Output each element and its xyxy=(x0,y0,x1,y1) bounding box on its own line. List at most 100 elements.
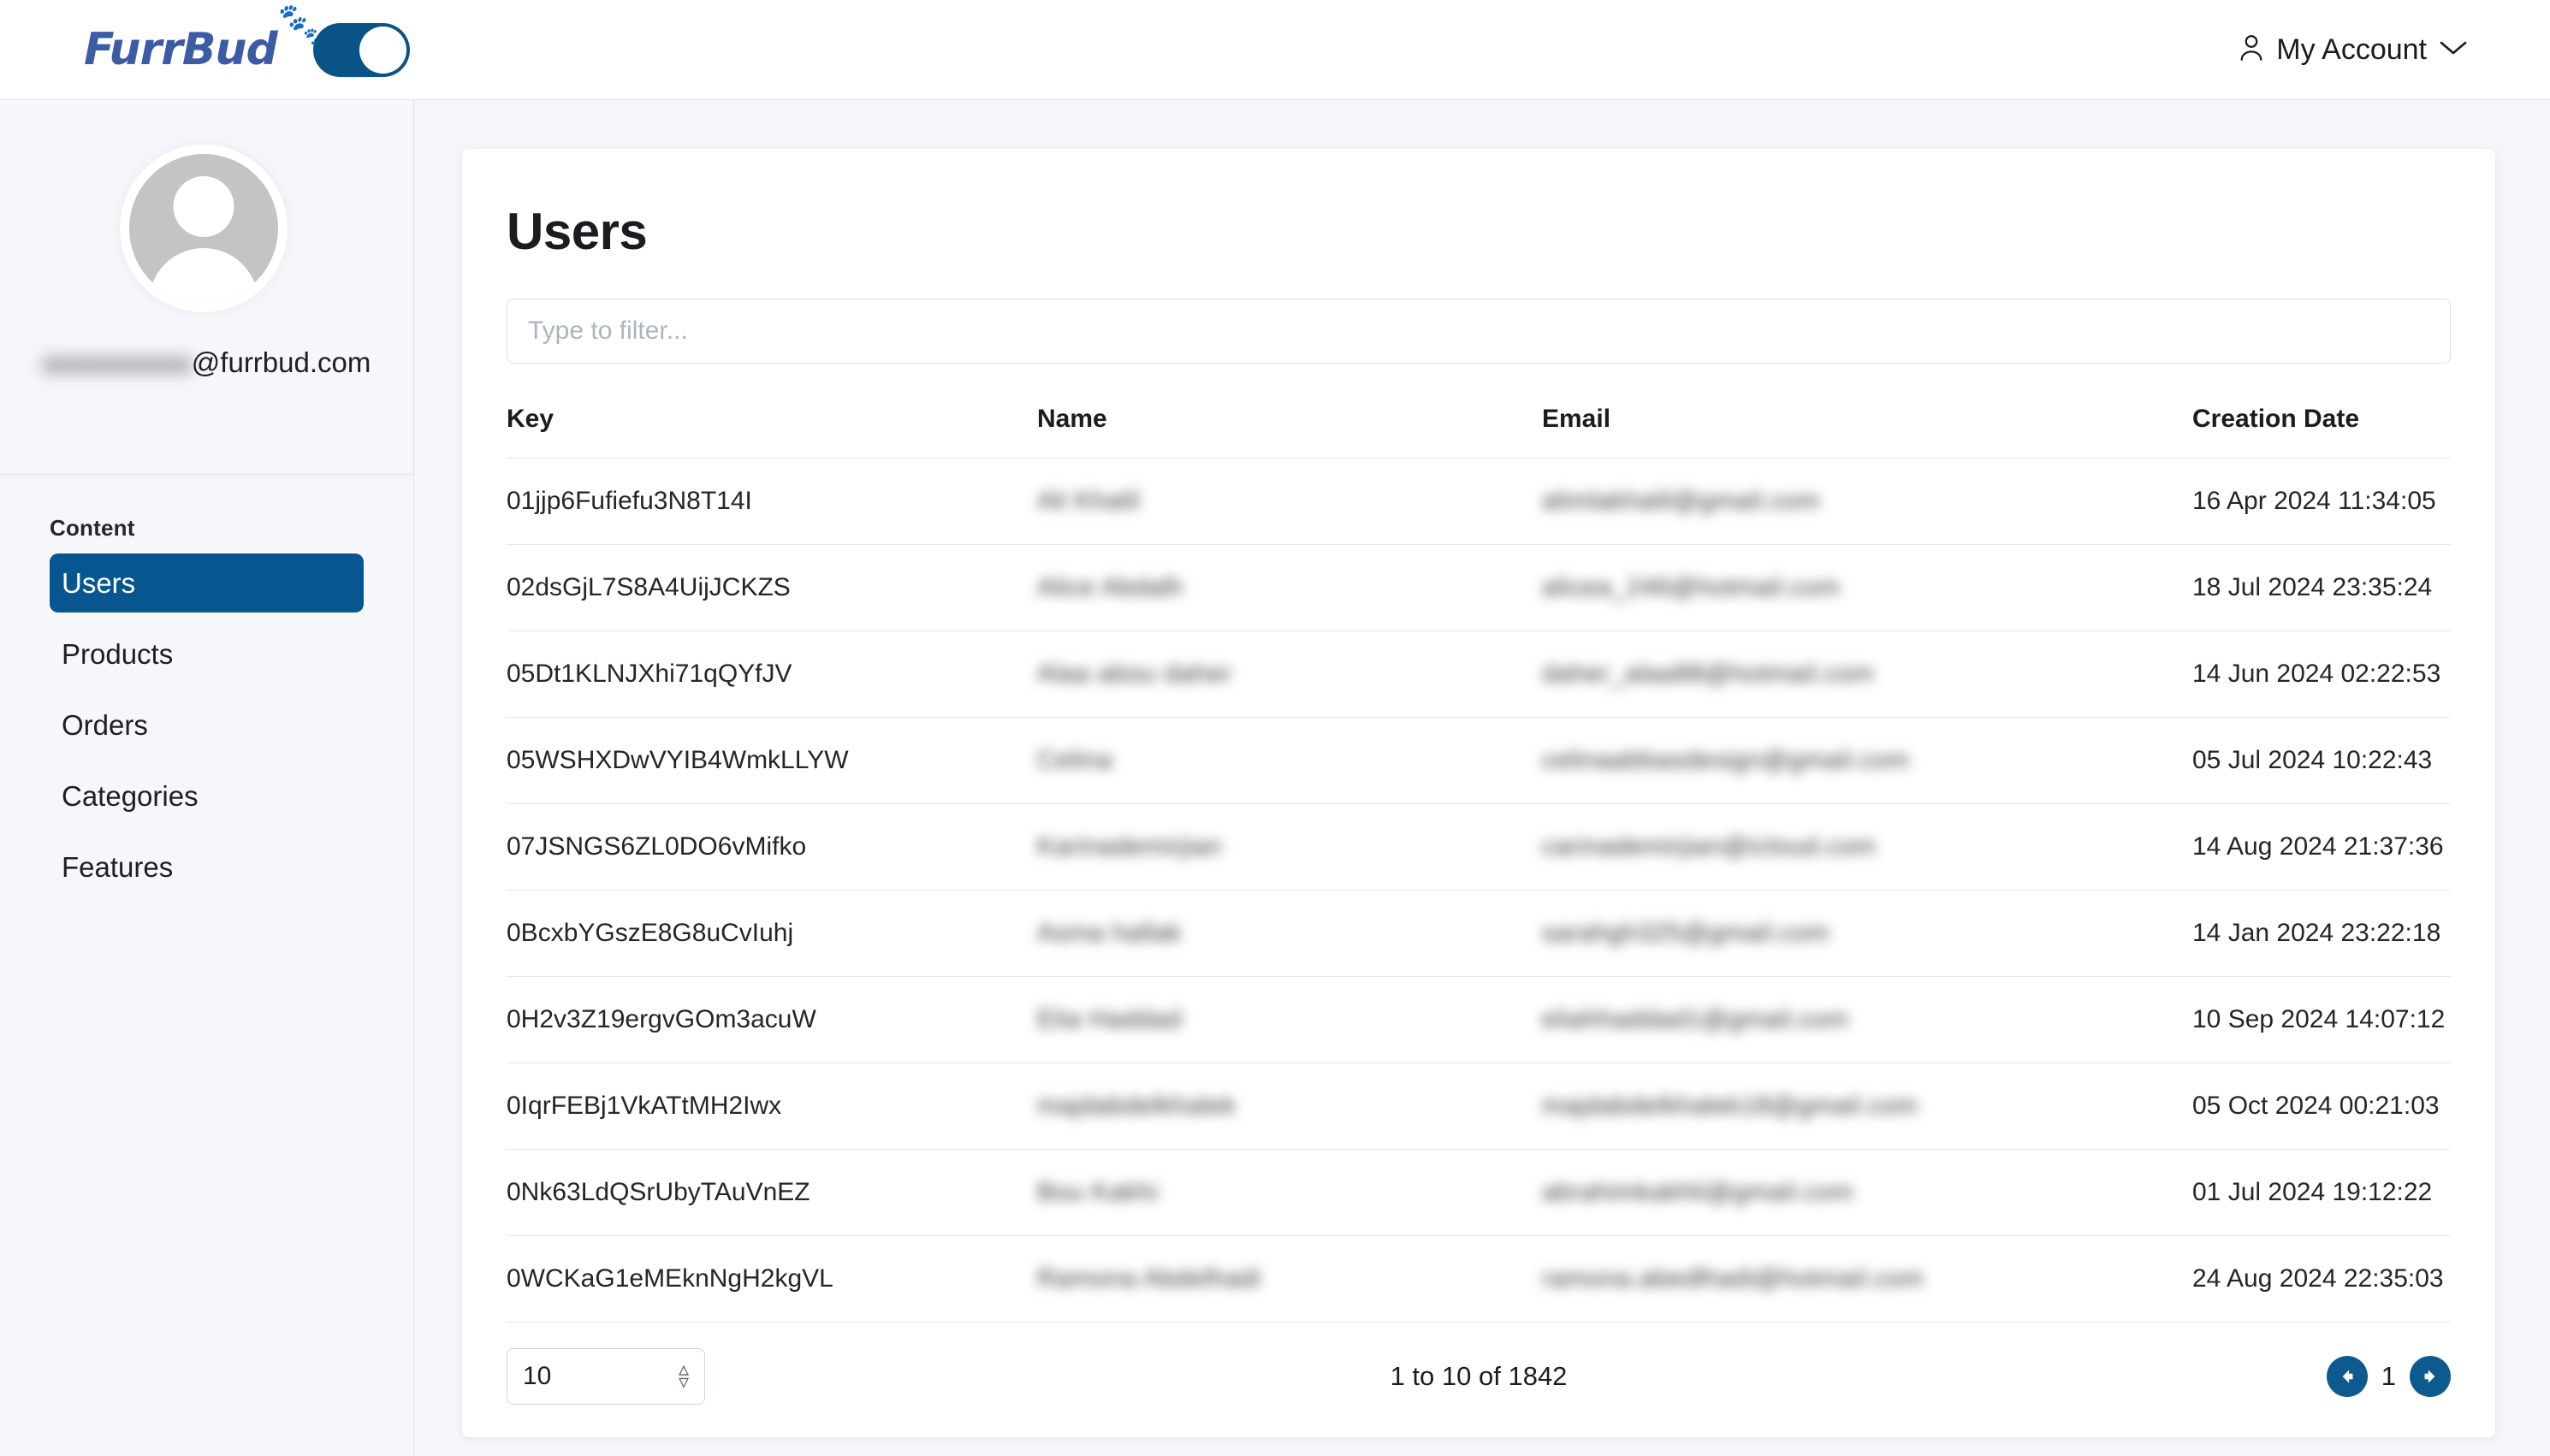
cell-key: 0Nk63LdQSrUbyTAuVnEZ xyxy=(507,1150,1037,1236)
cell-email: alicea_246@hotmail.com xyxy=(1542,545,2192,631)
cell-date: 05 Jul 2024 10:22:43 xyxy=(2192,718,2451,804)
sidebar-item-orders[interactable]: Orders xyxy=(50,695,364,755)
cell-date: 14 Jun 2024 02:22:53 xyxy=(2192,631,2451,718)
column-header-key[interactable]: Key xyxy=(507,405,1037,459)
redacted-name: Karinademirjian xyxy=(1037,832,1222,861)
cell-email: ramona.abedlhadi@hotmail.com xyxy=(1542,1236,2192,1323)
cell-date: 14 Aug 2024 21:37:36 xyxy=(2192,804,2451,891)
cell-key: 02dsGjL7S8A4UijJCKZS xyxy=(507,545,1037,631)
cell-name: Celina xyxy=(1037,718,1542,804)
column-header-name[interactable]: Name xyxy=(1037,405,1542,459)
filter-input[interactable] xyxy=(507,299,2451,364)
sidebar-item-label: Orders xyxy=(62,709,148,742)
pagination-bar: 10 ▵ ▿ 1 to 10 of 1842 1 xyxy=(462,1323,2495,1437)
cell-key: 0BcxbYGszE8G8uCvIuhj xyxy=(507,891,1037,977)
cell-date: 05 Oct 2024 00:21:03 xyxy=(2192,1063,2451,1150)
next-page-button[interactable] xyxy=(2410,1356,2451,1397)
redacted-name: Celina xyxy=(1037,746,1112,775)
redacted-email: ramona.abedlhadi@hotmail.com xyxy=(1542,1264,1924,1293)
nav-spacer xyxy=(0,613,413,624)
table-row[interactable]: 07JSNGS6ZL0DO6vMifko Karinademirjian car… xyxy=(507,804,2451,891)
cell-email: sarahgh325@gmail.com xyxy=(1542,891,2192,977)
table-row[interactable]: 01jjp6Fufiefu3N8T14I Ali Khalil alimlakh… xyxy=(507,459,2451,545)
sidebar-item-label: Users xyxy=(62,567,135,600)
table-row[interactable]: 0WCKaG1eMEknNgH2kgVL Ramona Abdelhadi ra… xyxy=(507,1236,2451,1323)
account-label: My Account xyxy=(2276,33,2427,67)
my-account-menu[interactable]: My Account xyxy=(2239,33,2468,67)
table-row[interactable]: 02dsGjL7S8A4UijJCKZS Alice Abdalh alicea… xyxy=(507,545,2451,631)
sidebar-item-label: Features xyxy=(62,851,173,884)
table-row[interactable]: 05WSHXDwVYIB4WmkLLYW Celina celinaabbasd… xyxy=(507,718,2451,804)
toggle-knob xyxy=(359,27,406,74)
redacted-email: alimlakhalil@gmail.com xyxy=(1542,487,1820,516)
redacted-email: alicea_246@hotmail.com xyxy=(1542,573,1840,602)
redacted-name: Alice Abdalh xyxy=(1037,573,1183,602)
previous-page-button[interactable] xyxy=(2327,1356,2368,1397)
table-row[interactable]: 0H2v3Z19ergvGOm3acuW Elia Haddad eliahha… xyxy=(507,977,2451,1063)
logo-text-furrbud: FurrBud 🐾 🐾 xyxy=(84,27,277,72)
sidebar-profile: aaaaaaaaa@furrbud.com xyxy=(0,100,413,474)
cell-name: Bou Kakhi xyxy=(1037,1150,1542,1236)
sidebar-item-features[interactable]: Features xyxy=(50,837,364,897)
table-row[interactable]: 0IqrFEBj1VkATtMH2Iwx majdabdelkhalek maj… xyxy=(507,1063,2451,1150)
cell-key: 01jjp6Fufiefu3N8T14I xyxy=(507,459,1037,545)
app-logo[interactable]: FurrBud 🐾 🐾 xyxy=(84,27,277,72)
cell-date: 18 Jul 2024 23:35:24 xyxy=(2192,545,2451,631)
cell-email: majdabdelkhalek18@gmail.com xyxy=(1542,1063,2192,1150)
redacted-name: Ramona Abdelhadi xyxy=(1037,1264,1261,1293)
sidebar-item-label: Categories xyxy=(62,780,199,813)
cell-date: 10 Sep 2024 14:07:12 xyxy=(2192,977,2451,1063)
cell-date: 24 Aug 2024 22:35:03 xyxy=(2192,1236,2451,1323)
cell-key: 0IqrFEBj1VkATtMH2Iwx xyxy=(507,1063,1037,1150)
sidebar-item-products[interactable]: Products xyxy=(50,624,364,684)
current-page-number: 1 xyxy=(2381,1361,2396,1392)
cell-name: majdabdelkhalek xyxy=(1037,1063,1542,1150)
table-row[interactable]: 0BcxbYGszE8G8uCvIuhj Asma hallak sarahgh… xyxy=(507,891,2451,977)
pagination-range-label: 1 to 10 of 1842 xyxy=(462,1361,2495,1392)
redacted-name: Bou Kakhi xyxy=(1037,1178,1158,1207)
cell-email: eliahhaddad1@gmail.com xyxy=(1542,977,2192,1063)
theme-toggle-switch[interactable] xyxy=(313,23,410,77)
redacted-email: celinaabbasdesign@gmail.com xyxy=(1542,746,1909,775)
users-card: Users Key Name Email Creation Date 01jjp… xyxy=(462,149,2495,1437)
avatar-body xyxy=(149,248,258,312)
table-row[interactable]: 05Dt1KLNJXhi71qQYfJV Alaa abou daher dah… xyxy=(507,631,2451,718)
main-content: Users Key Name Email Creation Date 01jjp… xyxy=(414,100,2550,1456)
table-header: Key Name Email Creation Date xyxy=(507,405,2451,459)
nav-spacer xyxy=(0,684,413,695)
redacted-email: sarahgh325@gmail.com xyxy=(1542,919,1829,948)
sidebar: aaaaaaaaa@furrbud.com Content Users Prod… xyxy=(0,100,414,1456)
redacted-email: eliahhaddad1@gmail.com xyxy=(1542,1005,1848,1034)
avatar xyxy=(120,145,288,312)
avatar-head xyxy=(174,176,234,237)
redacted-name: Asma hallak xyxy=(1037,919,1182,948)
table-row[interactable]: 0Nk63LdQSrUbyTAuVnEZ Bou Kakhi abrahimka… xyxy=(507,1150,2451,1236)
page-size-stepper[interactable]: 10 ▵ ▿ xyxy=(507,1348,705,1405)
page-size-value: 10 xyxy=(523,1362,551,1391)
cell-date: 01 Jul 2024 19:12:22 xyxy=(2192,1150,2451,1236)
chevron-down-icon[interactable]: ▿ xyxy=(679,1376,689,1389)
redacted-name: Alaa abou daher xyxy=(1037,660,1232,689)
column-header-creation-date[interactable]: Creation Date xyxy=(2192,405,2451,459)
cell-date: 14 Jan 2024 23:22:18 xyxy=(2192,891,2451,977)
cell-email: abrahimkakhli@gmail.com xyxy=(1542,1150,2192,1236)
cell-key: 0WCKaG1eMEknNgH2kgVL xyxy=(507,1236,1037,1323)
stepper-arrows[interactable]: ▵ ▿ xyxy=(679,1364,689,1389)
cell-name: Alaa abou daher xyxy=(1037,631,1542,718)
nav-spacer xyxy=(0,826,413,837)
users-table: Key Name Email Creation Date 01jjp6Fufie… xyxy=(507,405,2451,1323)
cell-date: 16 Apr 2024 11:34:05 xyxy=(2192,459,2451,545)
cell-email: alimlakhalil@gmail.com xyxy=(1542,459,2192,545)
nav-spacer xyxy=(0,755,413,766)
email-domain: @furrbud.com xyxy=(192,346,371,379)
sidebar-item-categories[interactable]: Categories xyxy=(50,766,364,826)
sidebar-nav: Content Users Products Orders Categories… xyxy=(0,474,413,897)
cell-key: 07JSNGS6ZL0DO6vMifko xyxy=(507,804,1037,891)
profile-email: aaaaaaaaa@furrbud.com xyxy=(0,346,413,379)
nav-section-title: Content xyxy=(50,515,413,542)
sidebar-item-users[interactable]: Users xyxy=(50,553,364,613)
cell-name: Alice Abdalh xyxy=(1037,545,1542,631)
column-header-email[interactable]: Email xyxy=(1542,405,2192,459)
redacted-email: majdabdelkhalek18@gmail.com xyxy=(1542,1092,1918,1121)
table-body: 01jjp6Fufiefu3N8T14I Ali Khalil alimlakh… xyxy=(507,459,2451,1323)
